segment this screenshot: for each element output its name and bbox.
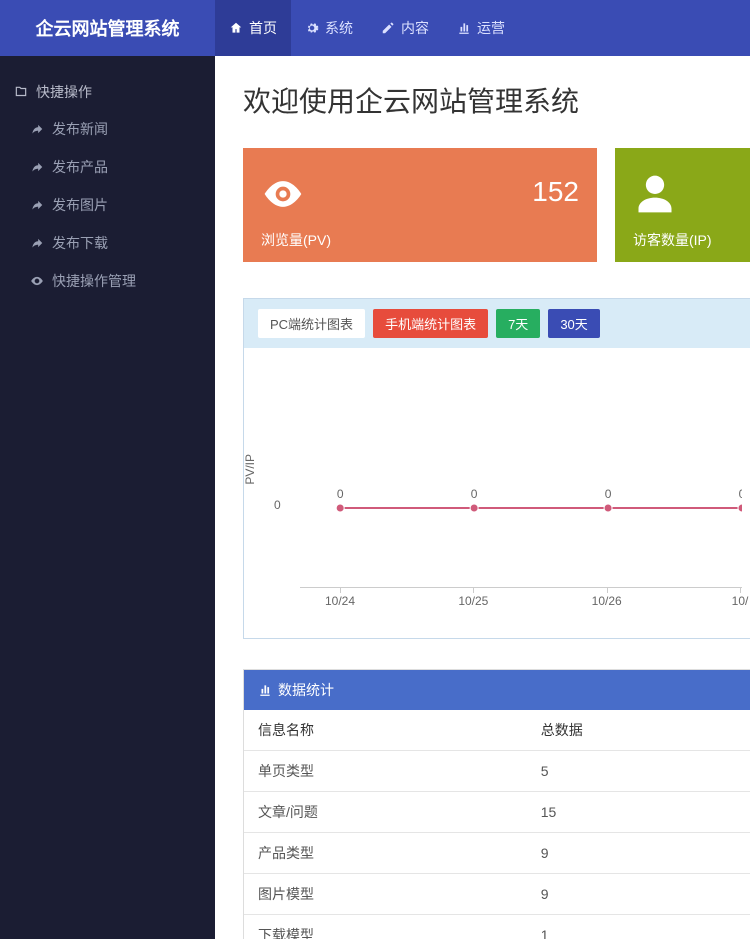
- table-header: 总数据: [527, 710, 750, 751]
- table-cell-total: 9: [527, 874, 750, 915]
- tab-mobile[interactable]: 手机端统计图表: [373, 309, 488, 338]
- card-ip[interactable]: 访客数量(IP): [615, 148, 750, 262]
- topnav-label: 系统: [325, 18, 353, 38]
- sidebar-item-download[interactable]: 发布下载: [0, 224, 215, 262]
- stat-cards: 152 浏览量(PV) 访客数量(IP): [243, 148, 750, 262]
- stats-panel: 数据统计 信息名称 总数据 单页类型5文章/问题15产品类型9图片模型9下载模型…: [243, 669, 750, 939]
- tab-7days[interactable]: 7天: [496, 309, 540, 338]
- sidebar-item-label: 快捷操作管理: [52, 271, 136, 291]
- card-ip-label: 访客数量(IP): [633, 230, 712, 250]
- topnav-home[interactable]: 首页: [215, 0, 291, 56]
- table-header: 信息名称: [244, 710, 527, 751]
- chart-panel: PC端统计图表 手机端统计图表 7天 30天 PV/IP 0 0 0 0 0 10/2…: [243, 298, 750, 639]
- eye-icon: [30, 274, 44, 288]
- sidebar-heading-label: 快捷操作: [36, 82, 92, 102]
- svg-text:0: 0: [605, 487, 612, 501]
- sidebar: 快捷操作 发布新闻 发布产品 发布图片 发布下载 快捷操作管理: [0, 56, 215, 939]
- share-icon: [30, 160, 44, 174]
- svg-text:0: 0: [471, 487, 478, 501]
- table-cell-total: 1: [527, 915, 750, 939]
- eye-icon: [261, 172, 305, 219]
- topnav: 首页 系统 内容 运营: [215, 0, 519, 56]
- sidebar-item-label: 发布新闻: [52, 119, 108, 139]
- sidebar-item-news[interactable]: 发布新闻: [0, 110, 215, 148]
- page-title: 欢迎使用企云网站管理系统: [243, 80, 750, 120]
- table-cell-total: 9: [527, 833, 750, 874]
- table-cell-name: 产品类型: [244, 833, 527, 874]
- home-icon: [229, 21, 243, 35]
- card-pv-label: 浏览量(PV): [261, 230, 331, 250]
- tab-30days[interactable]: 30天: [548, 309, 599, 338]
- table-cell-total: 5: [527, 751, 750, 792]
- topnav-operations[interactable]: 运营: [443, 0, 519, 56]
- card-pv-value: 152: [532, 176, 579, 208]
- table-cell-name: 下载模型: [244, 915, 527, 939]
- share-icon: [30, 236, 44, 250]
- chart-area: PV/IP 0 0 0 0 0 10/24 10/25 10/26 10/: [244, 348, 750, 638]
- topnav-content[interactable]: 内容: [367, 0, 443, 56]
- chart-xtick: 10/24: [325, 594, 355, 608]
- chart-xtick: 10/26: [592, 594, 622, 608]
- svg-text:0: 0: [337, 487, 344, 501]
- topnav-label: 首页: [249, 18, 277, 38]
- topnav-label: 内容: [401, 18, 429, 38]
- table-row: 下载模型1: [244, 915, 750, 939]
- table-cell-total: 15: [527, 792, 750, 833]
- table-row: 图片模型9: [244, 874, 750, 915]
- table-row: 产品类型9: [244, 833, 750, 874]
- chart-xtick: 10/: [732, 594, 749, 608]
- table-cell-name: 图片模型: [244, 874, 527, 915]
- stats-heading: 数据统计: [244, 670, 750, 710]
- sidebar-item-product[interactable]: 发布产品: [0, 148, 215, 186]
- sidebar-item-label: 发布图片: [52, 195, 108, 215]
- chart-icon: [457, 21, 471, 35]
- topnav-label: 运营: [477, 18, 505, 38]
- sidebar-heading[interactable]: 快捷操作: [0, 74, 215, 110]
- table-row: 单页类型5: [244, 751, 750, 792]
- sidebar-item-image[interactable]: 发布图片: [0, 186, 215, 224]
- topnav-system[interactable]: 系统: [291, 0, 367, 56]
- sidebar-item-manage[interactable]: 快捷操作管理: [0, 262, 215, 300]
- sidebar-item-label: 发布下载: [52, 233, 108, 253]
- stats-title: 数据统计: [278, 680, 334, 700]
- table-cell-name: 单页类型: [244, 751, 527, 792]
- table-cell-name: 文章/问题: [244, 792, 527, 833]
- chart-ylabel: PV/IP: [243, 454, 257, 485]
- chart-tabs: PC端统计图表 手机端统计图表 7天 30天: [244, 299, 750, 348]
- sidebar-item-label: 发布产品: [52, 157, 108, 177]
- user-icon: [633, 172, 677, 219]
- folder-icon: [14, 85, 28, 99]
- tab-pc[interactable]: PC端统计图表: [258, 309, 365, 338]
- share-icon: [30, 198, 44, 212]
- stats-table: 信息名称 总数据 单页类型5文章/问题15产品类型9图片模型9下载模型1: [244, 710, 750, 939]
- chart-icon: [258, 683, 272, 697]
- card-pv[interactable]: 152 浏览量(PV): [243, 148, 597, 262]
- chart-xaxis: [300, 587, 742, 588]
- edit-icon: [381, 21, 395, 35]
- chart-ytick: 0: [274, 498, 281, 512]
- share-icon: [30, 122, 44, 136]
- svg-text:0: 0: [739, 487, 742, 501]
- gear-icon: [305, 21, 319, 35]
- topbar: 企云网站管理系统 首页 系统 内容 运营: [0, 0, 750, 56]
- main-content: 欢迎使用企云网站管理系统 152 浏览量(PV) 访客数量(IP) PC端统计图…: [215, 56, 750, 939]
- chart-plot: 0 0 0 0: [300, 368, 742, 588]
- brand: 企云网站管理系统: [0, 15, 215, 41]
- chart-xtick: 10/25: [458, 594, 488, 608]
- table-header-row: 信息名称 总数据: [244, 710, 750, 751]
- table-row: 文章/问题15: [244, 792, 750, 833]
